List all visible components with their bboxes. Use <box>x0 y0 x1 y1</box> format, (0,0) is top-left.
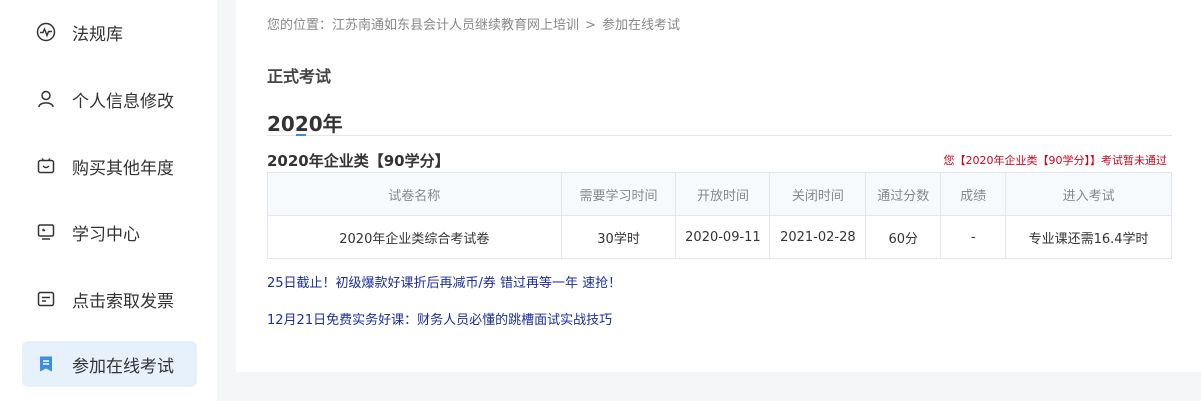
sidebar-item-label: 法规库 <box>72 24 123 45</box>
column-header: 进入考试 <box>1005 172 1172 216</box>
page-title: 正式考试 <box>267 67 332 86</box>
breadcrumb-parent-link[interactable]: 江苏南通如东县会计人员继续教育网上培训 <box>332 18 579 33</box>
promo-link[interactable]: 12月21日免费实务好课：财务人员必懂的跳槽面试实战技巧 <box>267 309 612 328</box>
sidebar-item-label: 购买其他年度 <box>72 158 174 179</box>
sidebar-item-label: 个人信息修改 <box>72 91 174 112</box>
main-content: 您的位置：江苏南通如东县会计人员继续教育网上培训 > 参加在线考试 正式考试 202… <box>236 0 1201 372</box>
invoice-icon <box>34 287 58 311</box>
sidebar-item-label: 学习中心 <box>72 224 140 245</box>
close-date: 2021-02-28 <box>769 215 867 259</box>
category-title: 2020年企业类【90学分】 <box>267 152 450 170</box>
sidebar-item-profile[interactable]: 个人信息修改 <box>22 76 197 122</box>
column-header: 开放时间 <box>675 172 771 216</box>
promo-link[interactable]: 25日截止！初级爆款好课折后再减币/券 错过再等一年 速抢！ <box>267 272 621 291</box>
sidebar-item-label: 点击索取发票 <box>72 291 174 312</box>
divider <box>267 135 1172 136</box>
score: - <box>940 215 1007 259</box>
breadcrumb-separator: > <box>585 18 596 33</box>
sidebar-item-regulations[interactable]: 法规库 <box>22 9 197 55</box>
column-header: 关闭时间 <box>769 172 867 216</box>
column-header: 通过分数 <box>865 172 942 216</box>
user-icon <box>34 87 58 111</box>
sidebar-item-invoice[interactable]: 点击索取发票 <box>22 276 197 322</box>
exam-icon <box>34 352 58 376</box>
column-header: 成绩 <box>940 172 1007 216</box>
table-header-row: 试卷名称 需要学习时间 开放时间 关闭时间 通过分数 成绩 进入考试 <box>267 172 1172 216</box>
divider-accent <box>296 134 306 136</box>
enter-exam-status[interactable]: 专业课还需16.4学时 <box>1005 215 1172 259</box>
column-header: 试卷名称 <box>267 172 562 216</box>
breadcrumb-current: 参加在线考试 <box>601 18 680 33</box>
sidebar-item-online-exam[interactable]: 参加在线考试 <box>22 341 197 387</box>
exam-table: 试卷名称 需要学习时间 开放时间 关闭时间 通过分数 成绩 进入考试 2020年… <box>267 172 1172 259</box>
open-date: 2020-09-11 <box>675 215 771 259</box>
required-study-hours: 30学时 <box>560 215 677 259</box>
pass-score: 60分 <box>865 215 942 259</box>
cart-icon <box>34 154 58 178</box>
pulse-icon <box>34 20 58 44</box>
year-heading: 2020年 <box>267 112 343 136</box>
breadcrumb-prefix: 您的位置： <box>267 18 333 33</box>
sidebar-item-purchase[interactable]: 购买其他年度 <box>22 143 197 189</box>
exam-paper-name: 2020年企业类综合考试卷 <box>267 215 562 259</box>
sidebar: 法规库 个人信息修改 购买其他年度 学习中心 点击索取发票 参加在线考试 <box>0 0 217 401</box>
table-row: 2020年企业类综合考试卷 30学时 2020-09-11 2021-02-28… <box>267 215 1172 259</box>
column-header: 需要学习时间 <box>560 172 677 216</box>
sidebar-item-label: 参加在线考试 <box>72 356 174 377</box>
monitor-icon <box>34 220 58 244</box>
breadcrumb: 您的位置：江苏南通如东县会计人员继续教育网上培训 > 参加在线考试 <box>267 14 680 33</box>
sidebar-item-learning-center[interactable]: 学习中心 <box>22 209 197 255</box>
exam-status-notice: 您【2020年企业类【90学分】】考试暂未通过 <box>943 154 1168 167</box>
